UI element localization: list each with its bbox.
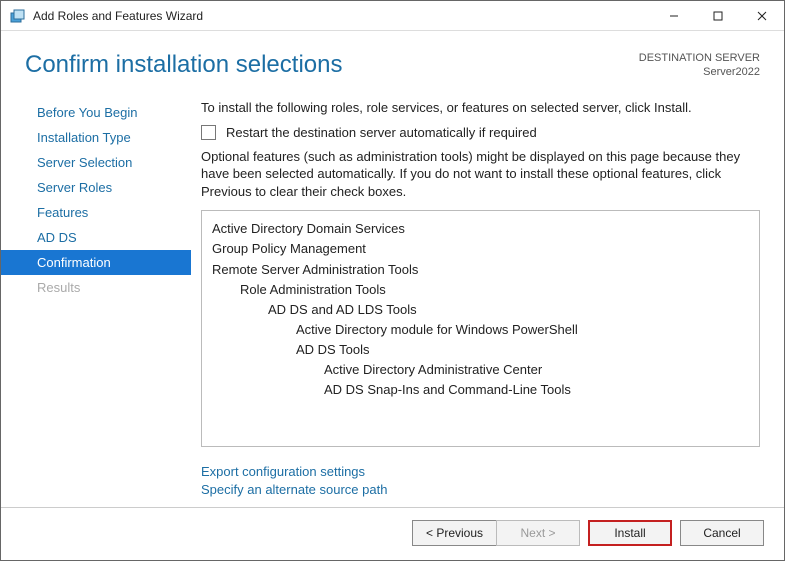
feature-item: Group Policy Management [212,239,749,259]
nav-item-before-you-begin[interactable]: Before You Begin [1,100,191,125]
intro-text: To install the following roles, role ser… [201,100,760,115]
alternate-source-link[interactable]: Specify an alternate source path [201,481,760,499]
nav-item-installation-type[interactable]: Installation Type [1,125,191,150]
feature-item: Active Directory module for Windows Powe… [212,320,749,340]
titlebar: Add Roles and Features Wizard [1,1,784,31]
destination-label: DESTINATION SERVER [639,51,760,65]
restart-checkbox[interactable] [201,125,216,140]
export-config-link[interactable]: Export configuration settings [201,463,760,481]
wizard-footer: < Previous Next > Install Cancel [1,507,784,560]
wizard-body: Before You BeginInstallation TypeServer … [1,92,784,507]
nav-item-results: Results [1,275,191,300]
feature-list: Active Directory Domain ServicesGroup Po… [201,210,760,446]
minimize-button[interactable] [652,1,696,31]
window-controls [652,1,784,31]
feature-item: Active Directory Domain Services [212,219,749,239]
optional-note: Optional features (such as administratio… [201,148,760,201]
wizard-nav: Before You BeginInstallation TypeServer … [1,92,191,507]
action-links: Export configuration settings Specify an… [201,463,760,499]
feature-item: Remote Server Administration Tools [212,260,749,280]
destination-value: Server2022 [639,65,760,79]
previous-button[interactable]: < Previous [412,520,496,546]
cancel-button[interactable]: Cancel [680,520,764,546]
nav-button-group: < Previous Next > [412,520,580,546]
nav-item-server-roles[interactable]: Server Roles [1,175,191,200]
page-title: Confirm installation selections [25,51,639,79]
feature-item: AD DS and AD LDS Tools [212,300,749,320]
feature-item: AD DS Snap-Ins and Command-Line Tools [212,380,749,400]
next-button: Next > [496,520,580,546]
restart-label: Restart the destination server automatic… [226,125,537,140]
nav-item-confirmation[interactable]: Confirmation [1,250,191,275]
window-title: Add Roles and Features Wizard [33,9,652,23]
nav-item-ad-ds[interactable]: AD DS [1,225,191,250]
restart-option[interactable]: Restart the destination server automatic… [201,125,760,140]
feature-item: AD DS Tools [212,340,749,360]
close-button[interactable] [740,1,784,31]
main-content: To install the following roles, role ser… [191,92,784,507]
destination-server: DESTINATION SERVER Server2022 [639,51,760,80]
nav-item-features[interactable]: Features [1,200,191,225]
app-icon [9,7,27,25]
wizard-window: Add Roles and Features Wizard Confirm in… [0,0,785,561]
page-header: Confirm installation selections DESTINAT… [1,31,784,92]
install-button[interactable]: Install [588,520,672,546]
feature-item: Active Directory Administrative Center [212,360,749,380]
feature-item: Role Administration Tools [212,280,749,300]
maximize-button[interactable] [696,1,740,31]
nav-item-server-selection[interactable]: Server Selection [1,150,191,175]
